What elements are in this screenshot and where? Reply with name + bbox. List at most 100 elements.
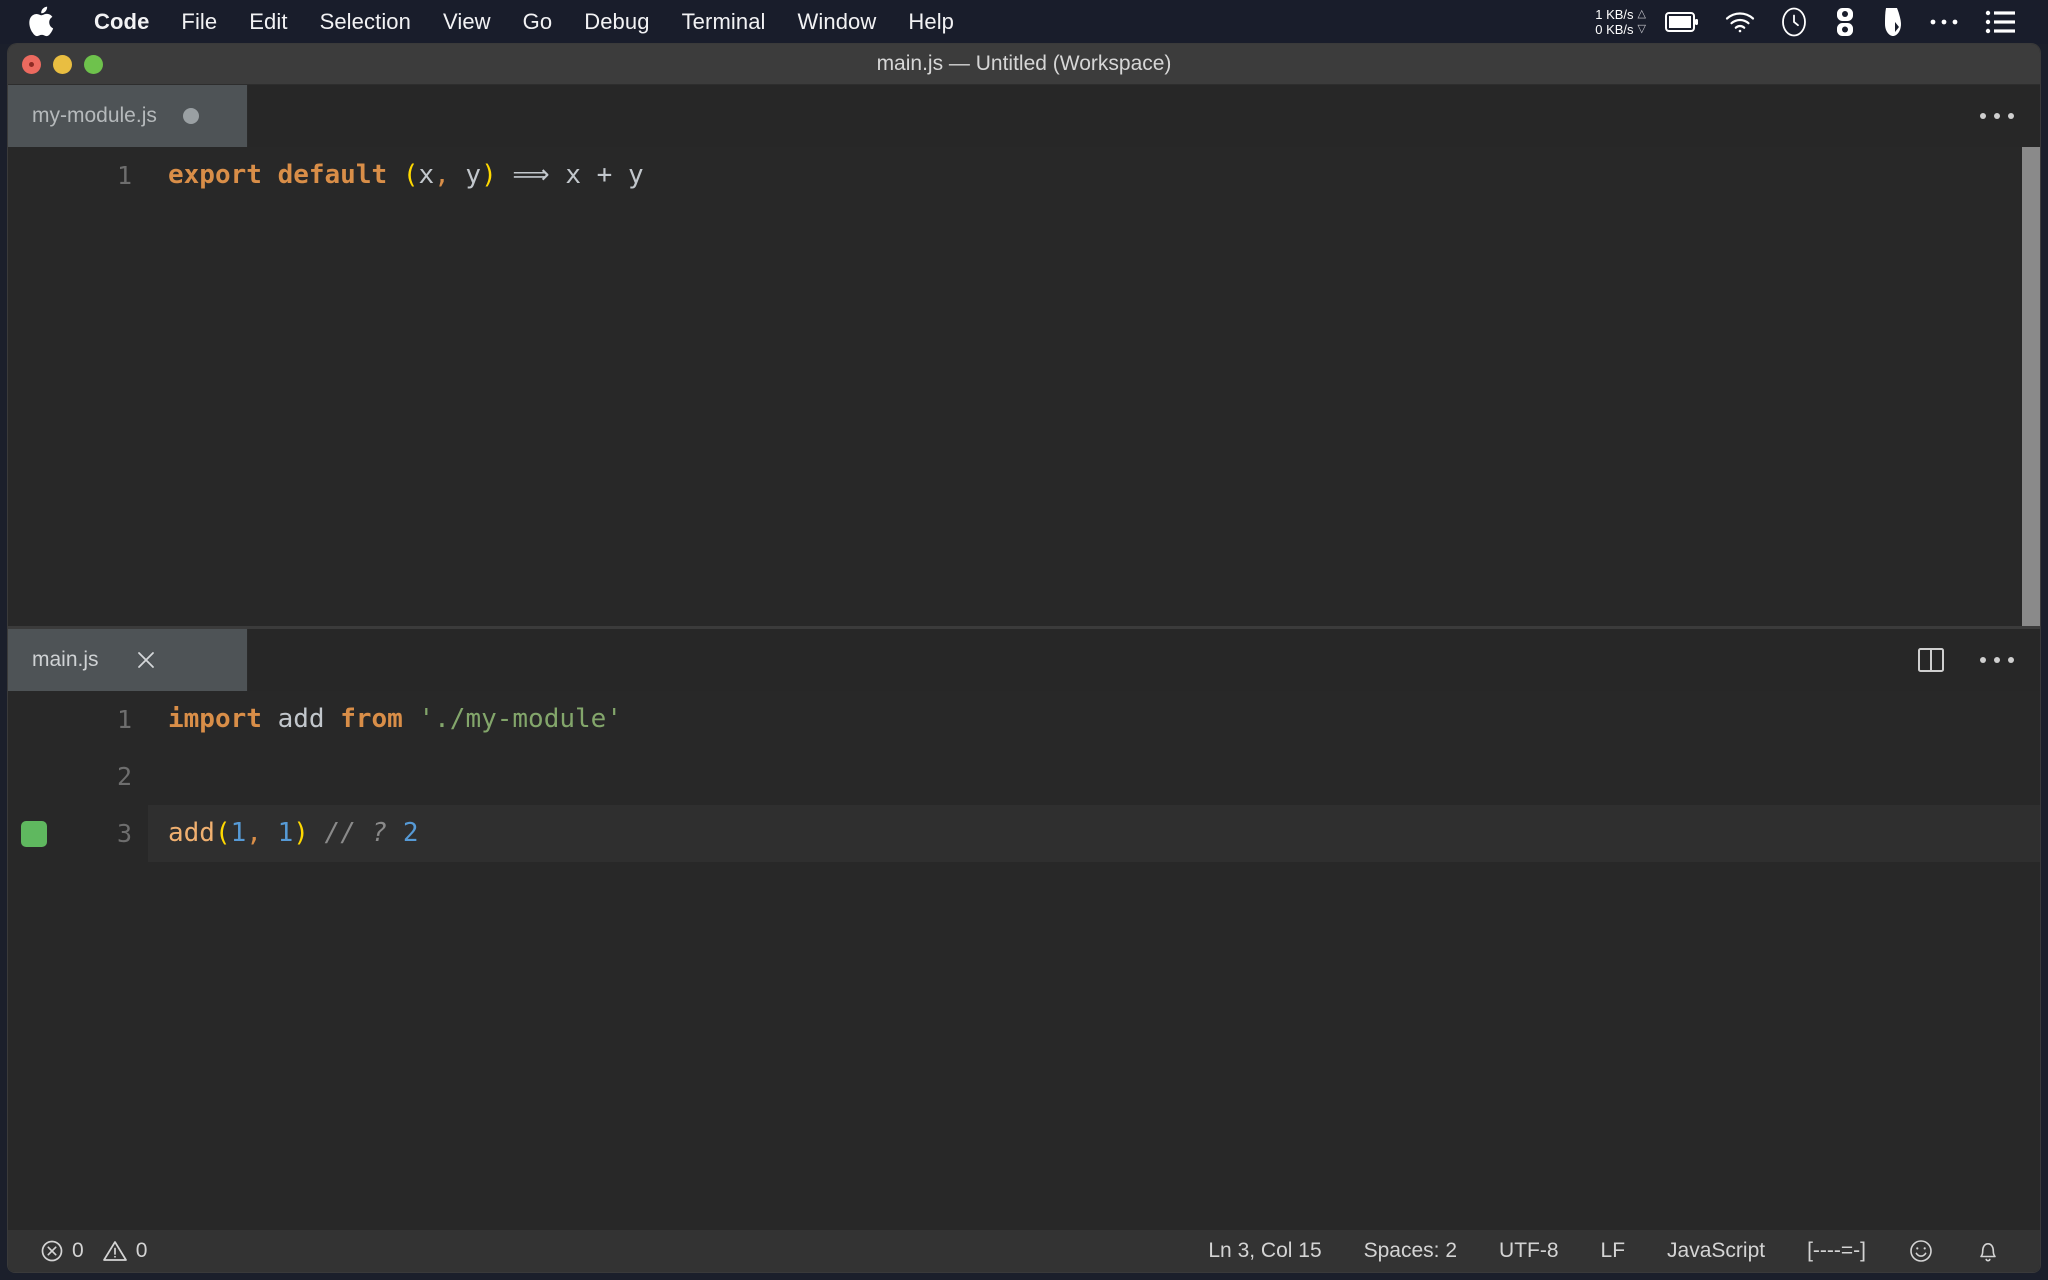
- token-string-path: './my-module': [418, 704, 622, 734]
- code-line: 1 export default (x, y) ⟹ x + y: [8, 147, 2040, 204]
- window-title: main.js — Untitled (Workspace): [876, 52, 1172, 75]
- status-bar-left: 0 0: [8, 1239, 157, 1263]
- cursor-position-status[interactable]: Ln 3, Col 15: [1190, 1239, 1339, 1263]
- token-paren-close: ): [481, 160, 497, 190]
- editor-vertical-scrollbar[interactable]: [2022, 147, 2040, 626]
- window-titlebar: main.js — Untitled (Workspace): [8, 44, 2040, 85]
- minimize-window-button[interactable]: [53, 54, 72, 74]
- problems-status[interactable]: 0 0: [30, 1239, 157, 1263]
- line-content: import add from './my-module': [140, 691, 622, 748]
- bell-icon: [1976, 1238, 2000, 1264]
- status-bar-right: Ln 3, Col 15 Spaces: 2 UTF-8 LF JavaScri…: [1190, 1238, 2040, 1264]
- network-upload-speed: 1 KB/s: [1595, 7, 1634, 22]
- code-line: 1 import add from './my-module': [8, 691, 2040, 748]
- token-param-x: x: [418, 160, 435, 190]
- tab-label: main.js: [32, 648, 99, 671]
- token-number-second: 1: [261, 818, 294, 848]
- token-keyword-from: from: [340, 704, 419, 734]
- display-toggle-icon[interactable]: [1833, 7, 1857, 37]
- macos-menubar: Code File Edit Selection View Go Debug T…: [0, 0, 2048, 44]
- notifications-button[interactable]: [1958, 1238, 2018, 1264]
- eol-status[interactable]: LF: [1583, 1239, 1644, 1263]
- scrollbar-thumb[interactable]: [2022, 147, 2040, 626]
- token-inline-result: 2: [387, 818, 419, 848]
- wifi-icon[interactable]: [1725, 11, 1755, 33]
- token-keyword: export default: [168, 160, 403, 190]
- tab-bar-actions-bottom: [1914, 629, 2040, 691]
- menu-item-view[interactable]: View: [427, 9, 507, 35]
- quokka-ok-marker-icon[interactable]: [21, 820, 47, 847]
- network-speed-indicator[interactable]: 1 KB/s △ 0 KB/s ▽: [1595, 7, 1646, 37]
- token-arrow: ⟹: [496, 160, 566, 190]
- status-bar: 0 0 Ln 3, Col 15 Spaces: 2 UTF-8 LF Java…: [8, 1230, 2040, 1272]
- token-paren-close: ): [293, 818, 309, 848]
- network-download-speed: 0 KB/s: [1595, 22, 1634, 37]
- menu-item-terminal[interactable]: Terminal: [666, 9, 782, 35]
- apple-logo-icon[interactable]: [26, 5, 56, 39]
- error-circle-icon: [40, 1239, 64, 1263]
- token-comma: ,: [434, 160, 450, 190]
- code-line-current: 3 add(1, 1) // ? 2: [8, 805, 2040, 862]
- token-comma: ,: [246, 818, 262, 848]
- editor-group-top: my-module.js 1 export default (x, y) ⟹ x…: [8, 85, 2040, 626]
- menu-item-help[interactable]: Help: [892, 9, 970, 35]
- token-paren-open: (: [214, 818, 231, 848]
- line-number: 2: [116, 762, 132, 791]
- line-content: add(1, 1) // ? 2: [140, 805, 419, 862]
- menubar-status-icons: 1 KB/s △ 0 KB/s ▽: [1595, 7, 2048, 37]
- extension-status[interactable]: [----=-]: [1789, 1239, 1884, 1263]
- token-expression: x + y: [565, 160, 644, 190]
- ellipsis-icon[interactable]: [1929, 17, 1959, 27]
- token-param-y: y: [449, 160, 482, 190]
- tab-label: my-module.js: [32, 104, 157, 127]
- code-line: 2: [8, 748, 2040, 805]
- tab-bar-bottom: main.js: [8, 629, 2040, 691]
- bartender-icon[interactable]: [1883, 7, 1903, 37]
- error-count: 0: [72, 1239, 84, 1262]
- warning-count: 0: [135, 1239, 148, 1262]
- token-function-add: add: [168, 818, 215, 848]
- battery-icon[interactable]: [1665, 12, 1699, 32]
- tab-main-js[interactable]: main.js: [8, 629, 248, 691]
- close-icon[interactable]: [135, 649, 157, 671]
- indentation-status[interactable]: Spaces: 2: [1346, 1239, 1475, 1263]
- menu-item-edit[interactable]: Edit: [233, 9, 303, 35]
- line-number: 1: [116, 161, 132, 190]
- code-editor-main-js[interactable]: 1 import add from './my-module' 2 3 add(…: [8, 691, 2040, 1272]
- zoom-window-button[interactable]: [84, 54, 103, 74]
- token-number-first: 1: [230, 818, 247, 848]
- window-traffic-lights: [8, 54, 103, 74]
- token-comment-quokka: // ?: [308, 818, 388, 848]
- code-editor-my-module-js[interactable]: 1 export default (x, y) ⟹ x + y: [8, 147, 2040, 626]
- line-number: 1: [116, 705, 132, 734]
- menu-item-file[interactable]: File: [165, 9, 233, 35]
- download-arrow-icon: ▽: [1637, 23, 1646, 35]
- split-editor-icon[interactable]: [1914, 643, 1948, 677]
- glyph-margin: [8, 820, 60, 847]
- token-identifier-add: add: [277, 704, 341, 734]
- upload-arrow-icon: △: [1637, 8, 1646, 20]
- menu-item-debug[interactable]: Debug: [568, 9, 665, 35]
- menu-item-selection[interactable]: Selection: [304, 9, 427, 35]
- warning-triangle-icon: [102, 1239, 128, 1263]
- feedback-button[interactable]: [1890, 1238, 1952, 1264]
- vscode-window: main.js — Untitled (Workspace) my-module…: [8, 44, 2040, 1272]
- time-machine-icon[interactable]: [1781, 7, 1807, 37]
- token-paren-open: (: [402, 160, 419, 190]
- list-menu-icon[interactable]: [1985, 10, 2015, 34]
- editor-group-bottom: main.js 1 import add from './my-module' …: [8, 629, 2040, 1272]
- menu-item-code[interactable]: Code: [78, 9, 165, 35]
- close-window-button[interactable]: [22, 54, 41, 74]
- menu-item-go[interactable]: Go: [507, 9, 569, 35]
- encoding-status[interactable]: UTF-8: [1481, 1239, 1577, 1263]
- more-actions-ellipsis-icon[interactable]: [1980, 643, 2014, 677]
- line-number: 3: [116, 819, 132, 848]
- tab-my-module-js[interactable]: my-module.js: [8, 85, 248, 147]
- tab-bar-top: my-module.js: [8, 85, 2040, 147]
- tab-dirty-indicator-icon[interactable]: [182, 108, 199, 124]
- language-mode-status[interactable]: JavaScript: [1649, 1239, 1783, 1263]
- more-actions-ellipsis-icon[interactable]: [1980, 99, 2014, 133]
- tab-bar-actions-top: [1980, 85, 2040, 147]
- smiley-icon: [1908, 1238, 1934, 1264]
- menu-item-window[interactable]: Window: [782, 9, 893, 35]
